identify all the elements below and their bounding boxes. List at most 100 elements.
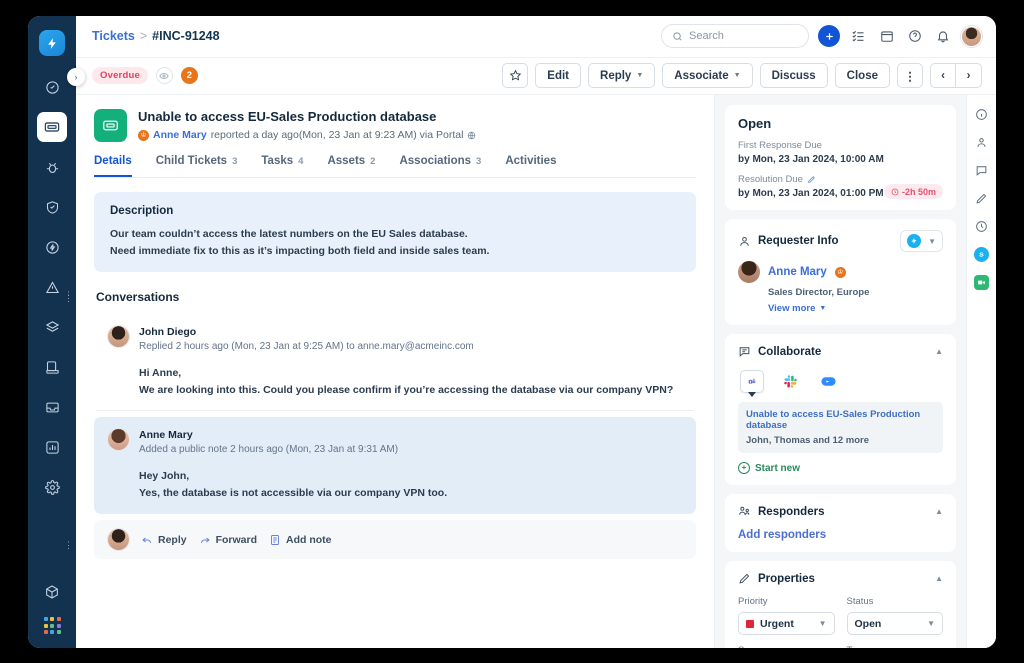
rail-collapse-handle[interactable]: › — [67, 68, 85, 86]
priority-label: Priority — [738, 596, 835, 607]
ticket-detail-pane: Unable to access EU-Sales Production dat… — [76, 95, 714, 648]
reply-button[interactable]: Reply ▼ — [588, 63, 655, 88]
left-navigation-rail: › ⋮⋮ ⋮ — [28, 16, 76, 648]
tab-child-tickets-count: 3 — [232, 156, 237, 167]
resolution-due-label: Resolution Due — [738, 174, 884, 185]
status-field: Status Open ▼ — [847, 596, 944, 635]
tab-details-label: Details — [94, 155, 132, 167]
view-more-button[interactable]: View more ▼ — [768, 303, 943, 314]
breadcrumb-tickets-link[interactable]: Tickets — [92, 29, 135, 43]
add-note-button[interactable]: Add note — [269, 534, 332, 546]
more-actions-button[interactable]: ⋮ — [897, 63, 923, 88]
requester-link[interactable]: Anne Mary — [153, 129, 207, 141]
checklist-icon[interactable] — [849, 27, 868, 46]
reply-action-button[interactable]: Reply — [141, 534, 187, 546]
avatar[interactable] — [961, 26, 982, 47]
close-button[interactable]: Close — [835, 63, 890, 88]
action-buttons: Edit Reply ▼ Associate ▼ Discuss Close ⋮… — [502, 63, 982, 88]
app-logo[interactable] — [39, 30, 65, 56]
priority-value: Urgent — [760, 618, 794, 630]
tab-activities[interactable]: Activities — [505, 155, 556, 177]
sidebar-item-releases[interactable] — [37, 232, 67, 262]
tab-associations-count: 3 — [476, 156, 481, 167]
search-input[interactable]: Search — [661, 24, 809, 48]
start-new-thread-button[interactable]: + Start new — [738, 462, 943, 474]
help-circle-icon[interactable] — [905, 27, 924, 46]
pencil-icon[interactable] — [974, 191, 989, 206]
breadcrumb-current: #INC-91248 — [152, 29, 219, 43]
collaborate-thread-item[interactable]: Unable to access EU-Sales Production dat… — [738, 402, 943, 453]
eye-icon[interactable] — [156, 67, 173, 84]
chat-icon[interactable] — [974, 163, 989, 178]
tab-tasks[interactable]: Tasks4 — [261, 155, 303, 177]
collaborate-app-list — [740, 369, 943, 393]
tab-assets[interactable]: Assets2 — [327, 155, 375, 177]
video-icon[interactable] — [974, 275, 989, 290]
channel-selector[interactable]: ▼ — [900, 230, 943, 252]
properties-card: Properties ▲ Priority Urgent ▼ — [725, 561, 956, 648]
sidebar-item-assets[interactable] — [37, 312, 67, 342]
zoom-icon[interactable] — [816, 369, 840, 393]
watchers-count-badge[interactable]: 2 — [181, 67, 198, 84]
sidebar-item-analytics[interactable] — [37, 432, 67, 462]
message-body: Hey John, Yes, the database is not acces… — [139, 468, 447, 502]
slack-icon[interactable] — [778, 369, 802, 393]
next-ticket-button[interactable]: › — [956, 63, 982, 88]
sidebar-item-marketplace[interactable] — [37, 577, 67, 607]
sidebar-item-problems[interactable] — [37, 152, 67, 182]
star-button[interactable] — [502, 63, 528, 88]
add-responders-button[interactable]: Add responders — [738, 529, 943, 541]
ticket-header: Unable to access EU-Sales Production dat… — [94, 109, 696, 142]
add-new-button[interactable] — [818, 25, 840, 47]
note-icon — [269, 534, 281, 546]
tab-associations[interactable]: Associations 3 — [399, 155, 481, 177]
requester-name-link[interactable]: Anne Mary — [768, 266, 827, 278]
status-label: Status — [847, 596, 944, 607]
crown-badge: ♔ — [138, 130, 149, 141]
calendar-icon[interactable] — [877, 27, 896, 46]
avatar — [108, 429, 129, 450]
contact-icon[interactable] — [974, 135, 989, 150]
sidebar-item-incidents[interactable] — [37, 272, 67, 302]
associate-button[interactable]: Associate ▼ — [662, 63, 752, 88]
properties-header: Properties ▲ — [738, 572, 943, 585]
apps-grid-icon[interactable] — [44, 617, 61, 634]
chevron-up-icon[interactable]: ▲ — [935, 347, 943, 356]
body-split: Unable to access EU-Sales Production dat… — [76, 95, 996, 648]
freshchat-icon — [907, 234, 921, 248]
priority-select[interactable]: Urgent ▼ — [738, 612, 835, 635]
edit-button[interactable]: Edit — [535, 63, 581, 88]
reply-label: Reply — [600, 70, 631, 82]
search-icon — [672, 31, 683, 42]
tab-associations-label: Associations — [399, 155, 471, 167]
chevron-up-icon[interactable]: ▲ — [935, 574, 943, 583]
status-select[interactable]: Open ▼ — [847, 612, 944, 635]
microsoft-teams-icon[interactable] — [740, 370, 764, 393]
previous-ticket-button[interactable]: ‹ — [930, 63, 956, 88]
sidebar-item-tickets[interactable] — [37, 112, 67, 142]
requester-info-header: Requester Info ▼ — [738, 230, 943, 252]
skype-icon[interactable] — [974, 247, 989, 262]
top-bar-actions: Search — [661, 24, 982, 48]
sidebar-item-contracts[interactable] — [37, 352, 67, 382]
message-subtitle: Replied 2 hours ago (Mon, 23 Jan at 9:25… — [139, 341, 673, 352]
breadcrumb-separator: > — [140, 29, 147, 43]
chevron-up-icon[interactable]: ▲ — [935, 507, 943, 516]
rail-drag-dots-2: ⋮ — [64, 544, 73, 547]
forward-action-button[interactable]: Forward — [199, 534, 257, 546]
description-line-2: Need immediate fix to this as it’s impac… — [110, 243, 680, 259]
sidebar-item-settings[interactable] — [37, 472, 67, 502]
sidebar-item-dashboard[interactable] — [37, 72, 67, 102]
discuss-button[interactable]: Discuss — [760, 63, 828, 88]
tab-details[interactable]: Details — [94, 155, 132, 177]
sidebar-item-inbox[interactable] — [37, 392, 67, 422]
clock-icon[interactable] — [974, 219, 989, 234]
sla-breach-badge: -2h 50m — [884, 184, 943, 199]
info-icon[interactable] — [974, 107, 989, 122]
tab-child-tickets-label: Child Tickets — [156, 155, 227, 167]
resolution-due-value: by Mon, 23 Jan 2024, 01:00 PM — [738, 188, 884, 199]
bell-icon[interactable] — [933, 27, 952, 46]
breadcrumb: Tickets > #INC-91248 — [92, 29, 220, 43]
sidebar-item-changes[interactable] — [37, 192, 67, 222]
tab-child-tickets[interactable]: Child Tickets 3 — [156, 155, 238, 177]
